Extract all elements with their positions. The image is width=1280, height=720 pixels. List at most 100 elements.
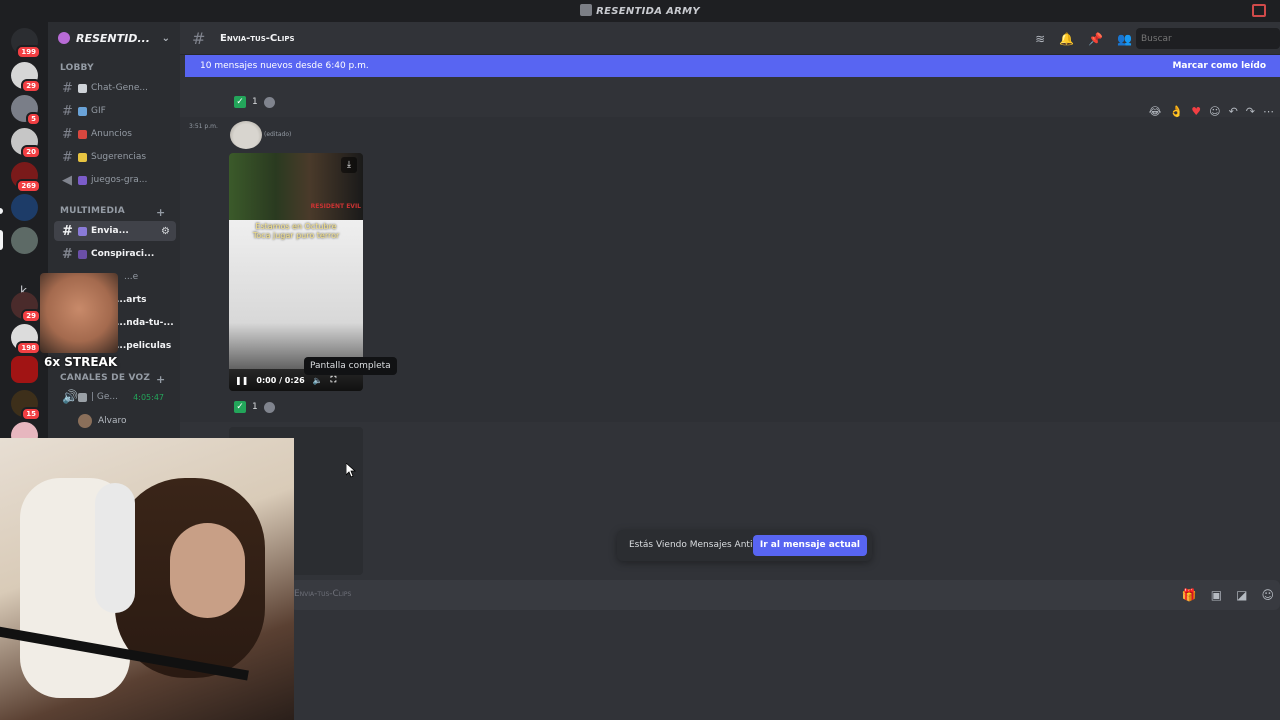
mouse-cursor-icon <box>345 462 357 482</box>
sticker-icon[interactable]: ◪ <box>1236 588 1247 602</box>
avatar[interactable] <box>230 121 262 149</box>
server-icon[interactable]: 29 <box>11 62 41 93</box>
mention-badge: 269 <box>16 179 41 193</box>
message-timestamp: 3:51 p.m. <box>189 123 218 130</box>
window-control-icon[interactable] <box>1252 4 1266 17</box>
add-reaction-icon[interactable]: ☺ <box>1209 105 1220 118</box>
checkmark-icon: ✓ <box>234 401 246 413</box>
channel-sugerencias[interactable]: # Sugerencias <box>54 147 176 167</box>
server-icon[interactable]: 198 <box>11 324 41 355</box>
channel-title: Envia-tus-Clips <box>220 33 295 44</box>
unread-indicator <box>0 208 3 214</box>
message-composer[interactable]: Envia-tus-Clips 🎁 ▣ ◪ ☺ <box>290 580 1280 610</box>
server-icon[interactable]: 15 <box>11 390 41 421</box>
heart-reaction-icon[interactable]: ♥ <box>1191 105 1201 118</box>
forward-icon[interactable]: ↷ <box>1246 105 1255 118</box>
server-icon[interactable] <box>11 356 38 383</box>
reaction[interactable]: ✓ 1 <box>234 401 275 413</box>
reaction[interactable]: ✓ 1 <box>234 96 275 108</box>
video-time: 0:00 / 0:26 <box>256 375 305 385</box>
server-logo-icon <box>580 4 593 16</box>
chevron-down-icon: ⌄ <box>161 32 170 44</box>
channel-label: GIF <box>91 106 106 116</box>
server-icon[interactable]: 269 <box>11 162 41 193</box>
reaction-count: 1 <box>252 97 258 107</box>
server-icon-active[interactable] <box>11 227 38 254</box>
message-actions: 😂 👌 ♥ ☺ ↶ ↷ ⋯ <box>1149 105 1274 118</box>
old-messages-bar: Estás Viendo Mensajes Antiguos Ir al men… <box>617 530 872 561</box>
bell-icon[interactable]: 🔔 <box>1059 32 1074 46</box>
fullscreen-icon[interactable]: ⛶ <box>331 375 337 385</box>
hash-icon: # <box>62 246 73 262</box>
channel-juegos[interactable]: ◀ juegos-gra... <box>54 170 176 190</box>
category-voice[interactable]: CANALES DE VOZ + <box>60 373 165 386</box>
mark-read-button[interactable]: Marcar como leído <box>1172 61 1266 71</box>
video-brand-text: RESIDENT EVIL <box>310 203 361 210</box>
voice-user[interactable]: Alvaro <box>78 414 127 428</box>
search-input[interactable] <box>1136 28 1280 49</box>
channel-gif[interactable]: # GIF <box>54 101 176 121</box>
caption-line: Toca jugar puro terror <box>252 231 340 240</box>
channel-label: Conspiraci... <box>91 249 155 259</box>
video-attachment[interactable]: RESIDENT EVIL Estamos en Octubre Toca jug… <box>229 153 363 391</box>
channel-label: Anuncios <box>91 129 132 139</box>
more-icon[interactable]: ⋯ <box>1263 105 1274 118</box>
video-caption: Estamos en Octubre Toca jugar puro terror <box>229 222 363 240</box>
gift-icon[interactable]: 🎁 <box>1182 588 1197 602</box>
webcam-overlay <box>0 438 294 720</box>
caption-line: Estamos en Octubre <box>255 222 337 231</box>
channel-label: ...arts <box>116 295 147 305</box>
reaction-emote-overlay <box>40 273 118 353</box>
speaker-icon: 🔊 <box>62 389 79 405</box>
channel-conspiraciones[interactable]: # Conspiraci... <box>54 244 176 264</box>
reply-icon[interactable]: ↶ <box>1229 105 1238 118</box>
new-messages-banner[interactable]: 10 mensajes nuevos desde 6:40 p.m. Marca… <box>185 55 1280 77</box>
clapper-emoji-icon <box>78 226 87 236</box>
emoji-reaction-icon[interactable]: 😂 <box>1149 105 1162 118</box>
channel-envia-tus-clips[interactable]: # Envia... ⚙ <box>54 221 176 241</box>
mention-badge: 5 <box>26 112 41 126</box>
emoji-icon[interactable]: ☺ <box>1261 588 1274 602</box>
channel-chat-general[interactable]: # Chat-Gene... <box>54 78 176 98</box>
category-multimedia[interactable]: MULTIMEDIA + <box>60 206 165 219</box>
threads-icon[interactable]: ≋ <box>1035 32 1045 46</box>
hash-icon: # <box>62 126 73 142</box>
window-titlebar: RESENTIDA ARMY <box>0 0 1280 22</box>
channel-label: ...e <box>124 272 139 282</box>
category-label: LOBBY <box>60 63 94 73</box>
add-reaction-icon[interactable] <box>263 96 275 108</box>
add-channel-icon[interactable]: + <box>156 373 165 386</box>
channel-label: Envia... <box>91 226 129 236</box>
discord-home-icon[interactable]: 199 <box>11 28 41 59</box>
volume-icon[interactable]: 🔈 <box>313 376 323 385</box>
avatar <box>78 414 92 428</box>
pause-icon[interactable]: ❚❚ <box>235 376 248 385</box>
voice-user-name: Alvaro <box>98 416 127 426</box>
server-icon[interactable] <box>11 194 38 221</box>
channel-label: Chat-Gene... <box>91 83 148 93</box>
emoji-icon <box>78 249 87 259</box>
members-icon[interactable]: 👥 <box>1117 32 1132 46</box>
server-icon[interactable]: 20 <box>11 128 41 159</box>
mention-badge: 198 <box>16 341 41 355</box>
server-icon[interactable]: 29 <box>11 292 41 323</box>
server-icon[interactable]: 5 <box>11 95 41 126</box>
download-icon[interactable]: ⤓ <box>341 157 357 173</box>
voice-channel-general[interactable]: 🔊 | Ge... 4:05:47 <box>54 387 176 407</box>
mention-badge: 29 <box>21 79 41 93</box>
add-reaction-icon[interactable] <box>263 401 275 413</box>
server-header[interactable]: RESENTID... ⌄ <box>48 22 180 54</box>
category-lobby[interactable]: LOBBY <box>60 63 94 73</box>
hand-reaction-icon[interactable]: 👌 <box>1170 105 1184 118</box>
pin-icon[interactable]: 📌 <box>1088 32 1103 46</box>
jump-to-present-button[interactable]: Ir al mensaje actual <box>752 535 867 556</box>
gamepad-emoji-icon <box>78 175 87 185</box>
pin-emoji-icon <box>78 129 87 139</box>
gear-icon[interactable]: ⚙ <box>161 226 170 237</box>
channel-anuncios[interactable]: # Anuncios <box>54 124 176 144</box>
add-channel-icon[interactable]: + <box>156 206 165 219</box>
gif-icon[interactable]: ▣ <box>1211 588 1222 602</box>
server-name: RESENTID... <box>76 31 150 45</box>
webcam-face <box>170 523 245 618</box>
gif-emoji-icon <box>78 106 87 116</box>
